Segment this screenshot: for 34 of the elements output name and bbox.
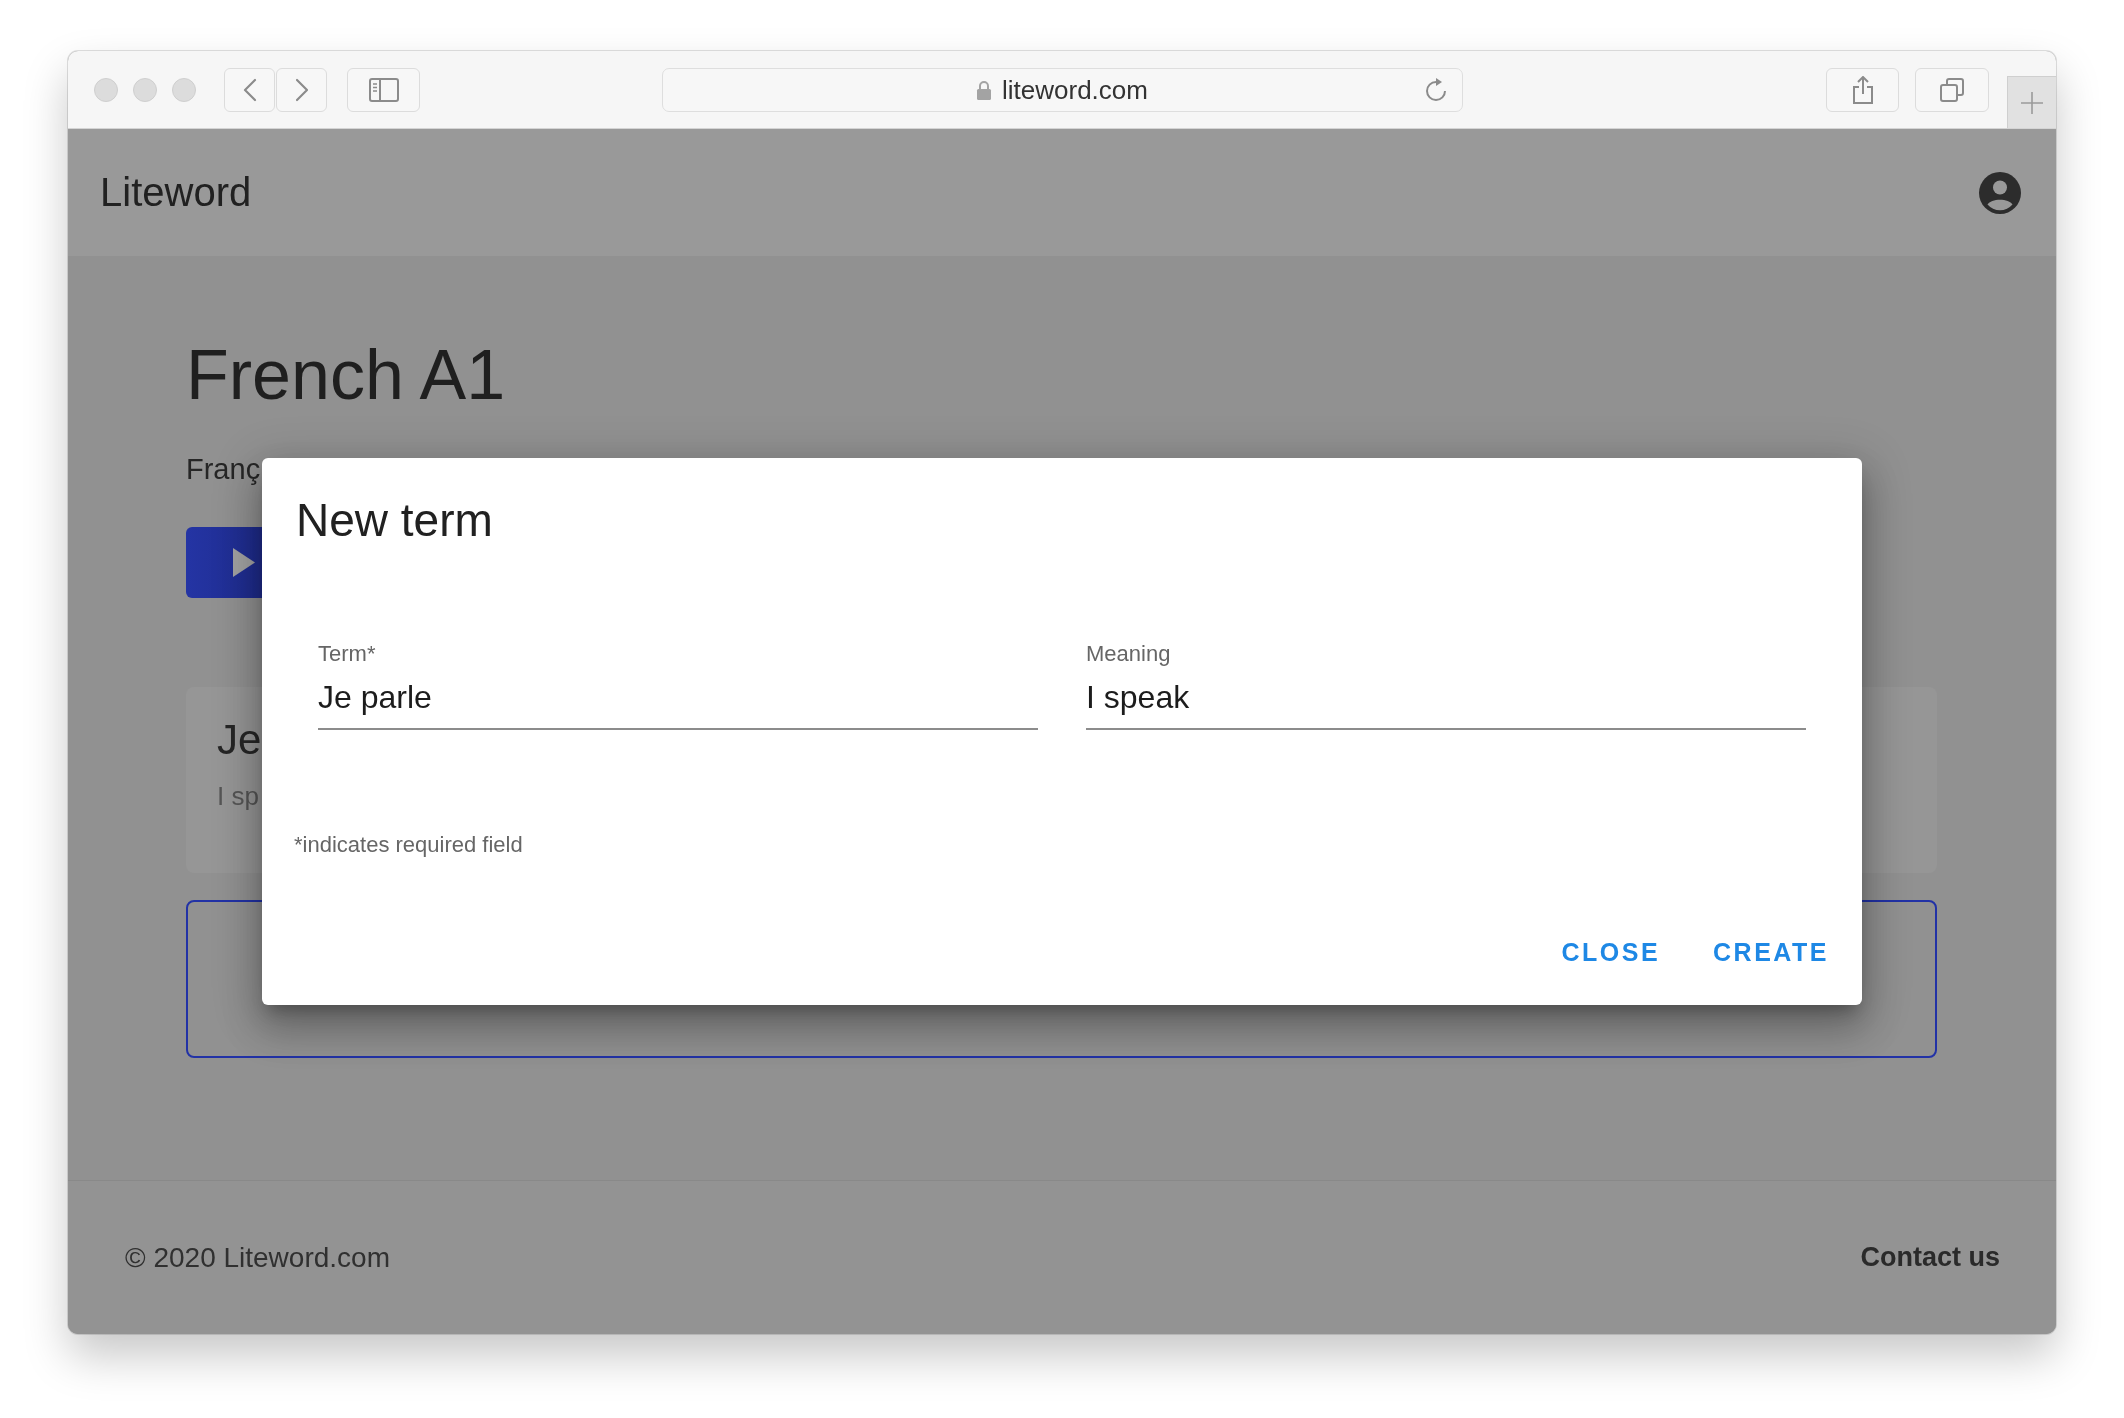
tabs-icon [1940, 77, 1964, 102]
meaning-input[interactable]: I speak [1086, 666, 1806, 730]
sidebar-button[interactable] [347, 67, 420, 112]
share-button[interactable] [1826, 67, 1899, 112]
play-icon [233, 547, 255, 577]
plus-icon [2021, 91, 2043, 114]
chevron-right-icon [294, 77, 309, 102]
field-label: Meaning [1086, 640, 1171, 667]
card-meaning: I sp [217, 782, 259, 813]
lock-icon [976, 79, 993, 100]
chevron-left-icon [242, 77, 257, 102]
term-input[interactable]: Je parle [318, 666, 1038, 730]
dialog-title: New term [296, 494, 493, 547]
url-text: liteword.com [1002, 76, 1148, 103]
card-term: Je [217, 715, 262, 765]
play-button[interactable] [186, 526, 262, 598]
required-note: *indicates required field [294, 831, 523, 858]
share-icon [1852, 75, 1873, 104]
brand-title: Liteword [100, 170, 252, 215]
account-icon[interactable] [1979, 171, 2021, 214]
reload-icon[interactable] [1425, 78, 1446, 101]
forward-button[interactable] [276, 67, 327, 112]
tabs-button[interactable] [1915, 67, 1989, 112]
contact-link[interactable]: Contact us [1860, 1242, 2000, 1273]
field-label: Term* [318, 640, 376, 667]
copyright-text: © 2020 Liteword.com [125, 1241, 390, 1274]
new-tab-button[interactable] [2007, 76, 2056, 128]
close-button[interactable]: CLOSE [1545, 924, 1677, 980]
sidebar-icon [368, 77, 399, 102]
page-subtitle: Franç [186, 452, 261, 486]
page-title: French A1 [186, 335, 506, 416]
back-button[interactable] [224, 67, 275, 112]
address-bar[interactable]: liteword.com [661, 67, 1463, 112]
create-button[interactable]: CREATE [1697, 924, 1845, 980]
